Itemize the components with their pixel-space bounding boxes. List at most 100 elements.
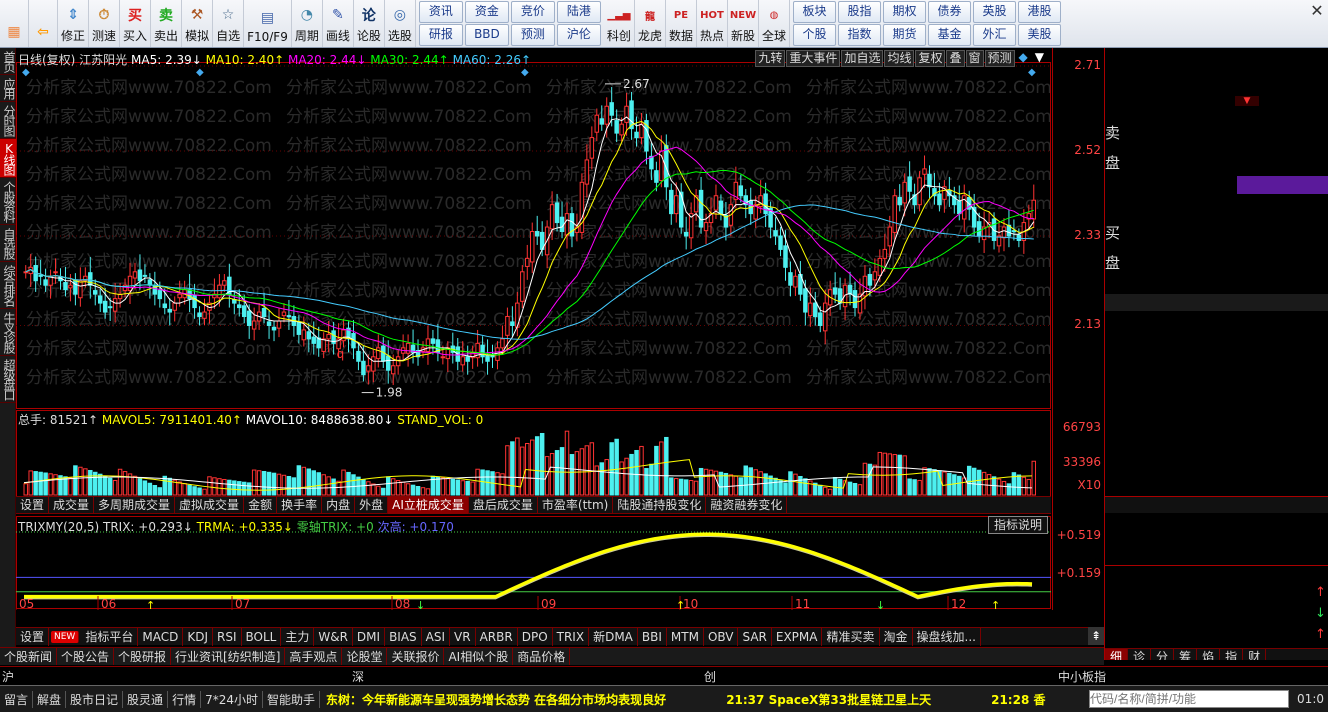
indicator-tab[interactable]: 主力 xyxy=(281,627,315,646)
left-tab[interactable]: 牛叉诊股 xyxy=(0,309,16,356)
quote-subtab[interactable]: 分 xyxy=(1151,649,1175,660)
toolbar-grid-button[interactable]: 资讯 xyxy=(418,1,463,23)
indicator-tab[interactable]: BOLL xyxy=(242,627,282,646)
news-tab[interactable]: 商品价格 xyxy=(513,648,571,665)
clock-toolbar-button[interactable]: ⏱ 测速 xyxy=(89,0,121,47)
left-tab[interactable]: 个股资料 xyxy=(0,178,16,225)
hammer-toolbar-button[interactable]: ⚒ 模拟 xyxy=(182,0,214,47)
indicator-tab[interactable]: W&R xyxy=(314,627,353,646)
left-tab[interactable]: K线图 xyxy=(0,139,16,178)
chart-tool-button[interactable]: 重大事件 xyxy=(786,50,841,67)
volume-tab[interactable]: 内盘 xyxy=(322,496,356,514)
volume-tab[interactable]: 换手率 xyxy=(277,496,323,514)
indicator-tab[interactable]: TRIX xyxy=(553,627,590,646)
volume-tab[interactable]: 成交量 xyxy=(49,496,95,514)
news-tab[interactable]: 个股研报 xyxy=(114,648,172,665)
quote-subtab[interactable]: 焰 xyxy=(1197,649,1221,660)
quote-subtab[interactable]: 财 xyxy=(1243,649,1267,660)
volume-tab[interactable]: 融资融券变化 xyxy=(706,496,788,514)
news-tab[interactable]: 关联报价 xyxy=(387,648,445,665)
status-button[interactable]: 股市日记 xyxy=(66,690,124,708)
index-label[interactable]: 中小板指 xyxy=(1058,668,1106,685)
toolbar-grid-button[interactable]: 个股 xyxy=(793,24,837,46)
toolbar-grid-button[interactable]: 资金 xyxy=(464,1,509,23)
toolbar-grid-button[interactable]: 指数 xyxy=(838,24,882,46)
chart-tool-button[interactable]: 均线 xyxy=(884,50,915,67)
ipo-toolbar-button[interactable]: NEW 新股 xyxy=(728,0,759,47)
toolbar-grid-button[interactable]: BBD xyxy=(464,24,509,46)
pen-toolbar-button[interactable]: ✎ 画线 xyxy=(323,0,354,47)
left-tab[interactable]: 超级盘口 xyxy=(0,356,16,403)
quote-subtab[interactable]: 细 xyxy=(1105,649,1129,660)
volume-tab[interactable]: 金额 xyxy=(244,496,278,514)
chart-tool-button[interactable]: 复权 xyxy=(915,50,946,67)
left-tab[interactable]: 应用 xyxy=(0,75,16,102)
hot-toolbar-button[interactable]: HOT 热点 xyxy=(697,0,728,47)
pick-toolbar-button[interactable]: ◎ 选股 xyxy=(385,0,416,47)
indicator-tab[interactable]: SAR xyxy=(738,627,772,646)
toolbar-grid-button[interactable]: 板块 xyxy=(793,1,837,23)
chart-toolbar-button[interactable]: ▁▃▅ 科创 xyxy=(604,0,635,47)
card-toolbar-button[interactable]: ▤ F10/F9 xyxy=(244,0,292,47)
indicator-tab[interactable]: ASI xyxy=(422,627,451,646)
quote-subtab[interactable]: 诊 xyxy=(1128,649,1152,660)
left-tab[interactable]: 分时图 xyxy=(0,102,16,139)
chart-area[interactable]: 分析家公式网www.70822.Com 分析家公式网www.70822.Com 分析… xyxy=(16,48,1051,610)
news-tab[interactable]: 论股堂 xyxy=(342,648,388,665)
new-badge[interactable]: NEW xyxy=(51,630,80,643)
expand-up-icon[interactable]: ⇞ xyxy=(1088,627,1104,645)
toolbar-grid-button[interactable]: 预测 xyxy=(510,24,555,46)
cycle-toolbar-button[interactable]: ◔ 周期 xyxy=(292,0,323,47)
indicator-tab[interactable]: 设置 xyxy=(16,627,50,646)
indicator-tab[interactable]: 精准买卖 xyxy=(822,627,880,646)
left-tab[interactable]: 首页 xyxy=(0,48,16,75)
status-button[interactable]: 智能助手 xyxy=(263,690,320,708)
indicator-tab[interactable]: DMI xyxy=(353,627,386,646)
volume-tab[interactable]: 虚拟成交量 xyxy=(175,496,245,514)
indicator-tab[interactable]: ARBR xyxy=(476,627,518,646)
chart-tool-button[interactable]: 叠 xyxy=(946,50,965,67)
sell-toolbar-button[interactable]: 卖卖出 xyxy=(151,0,183,47)
indicator-tab[interactable]: VR xyxy=(450,627,476,646)
buy-toolbar-button[interactable]: 买买入 xyxy=(120,0,152,47)
quote-subtab[interactable]: 指 xyxy=(1220,649,1244,660)
toolbar-grid-button[interactable]: 沪伦 xyxy=(556,24,601,46)
toolbar-grid-button[interactable]: 港股 xyxy=(1018,1,1062,23)
status-button[interactable]: 留言 xyxy=(0,690,34,708)
indicator-tab[interactable]: 淘金 xyxy=(880,627,913,646)
volume-tab[interactable]: 盘后成交量 xyxy=(469,496,538,514)
globe-toolbar-button[interactable]: ◍ 全球 xyxy=(759,0,791,47)
news-tab[interactable]: 个股公告 xyxy=(57,648,115,665)
status-button[interactable]: 7*24小时 xyxy=(201,690,263,708)
dragon-toolbar-button[interactable]: 龍龙虎 xyxy=(635,0,666,47)
indicator-tab[interactable]: BIAS xyxy=(385,627,422,646)
toolbar-grid-button[interactable]: 基金 xyxy=(928,24,972,46)
discuss-toolbar-button[interactable]: 论论股 xyxy=(354,0,385,47)
news-tab[interactable]: AI相似个股 xyxy=(444,648,514,665)
nav-forward-icon[interactable]: ◆ xyxy=(1016,50,1031,67)
chart-tool-button[interactable]: 九转 xyxy=(755,50,786,67)
status-button[interactable]: 行情 xyxy=(168,690,202,708)
status-button[interactable]: 股灵通 xyxy=(123,690,169,708)
indicator-help-button[interactable]: 指标说明 xyxy=(988,516,1049,534)
volume-tab[interactable]: 设置 xyxy=(16,496,50,514)
quote-subtab[interactable]: 筹 xyxy=(1174,649,1198,660)
back-arrow-toolbar-button[interactable]: ⇦ xyxy=(29,0,58,47)
grid-toolbar-button[interactable]: ▦ xyxy=(0,0,29,47)
toolbar-grid-button[interactable]: 外汇 xyxy=(973,24,1017,46)
left-tab[interactable]: 综合排名 xyxy=(0,262,16,309)
toolbar-grid-button[interactable]: 期货 xyxy=(883,24,927,46)
volume-tab[interactable]: 多周期成交量 xyxy=(94,496,176,514)
search-input[interactable] xyxy=(1089,690,1290,708)
toolbar-grid-button[interactable]: 竞价 xyxy=(510,1,555,23)
indicator-tab[interactable]: BBI xyxy=(638,627,667,646)
indicator-tab[interactable]: 指标平台 xyxy=(81,627,139,646)
close-icon[interactable]: ✕ xyxy=(1306,0,1328,47)
indicator-tab[interactable]: 新DMA xyxy=(589,627,638,646)
index-label[interactable]: 创 xyxy=(704,668,716,685)
volume-tab[interactable]: AI立桩成交量 xyxy=(388,496,469,514)
chart-tool-button[interactable]: 预测 xyxy=(984,50,1015,67)
toolbar-grid-button[interactable]: 美股 xyxy=(1018,24,1062,46)
index-label[interactable]: 深 xyxy=(352,668,364,685)
toolbar-grid-button[interactable]: 债券 xyxy=(928,1,972,23)
